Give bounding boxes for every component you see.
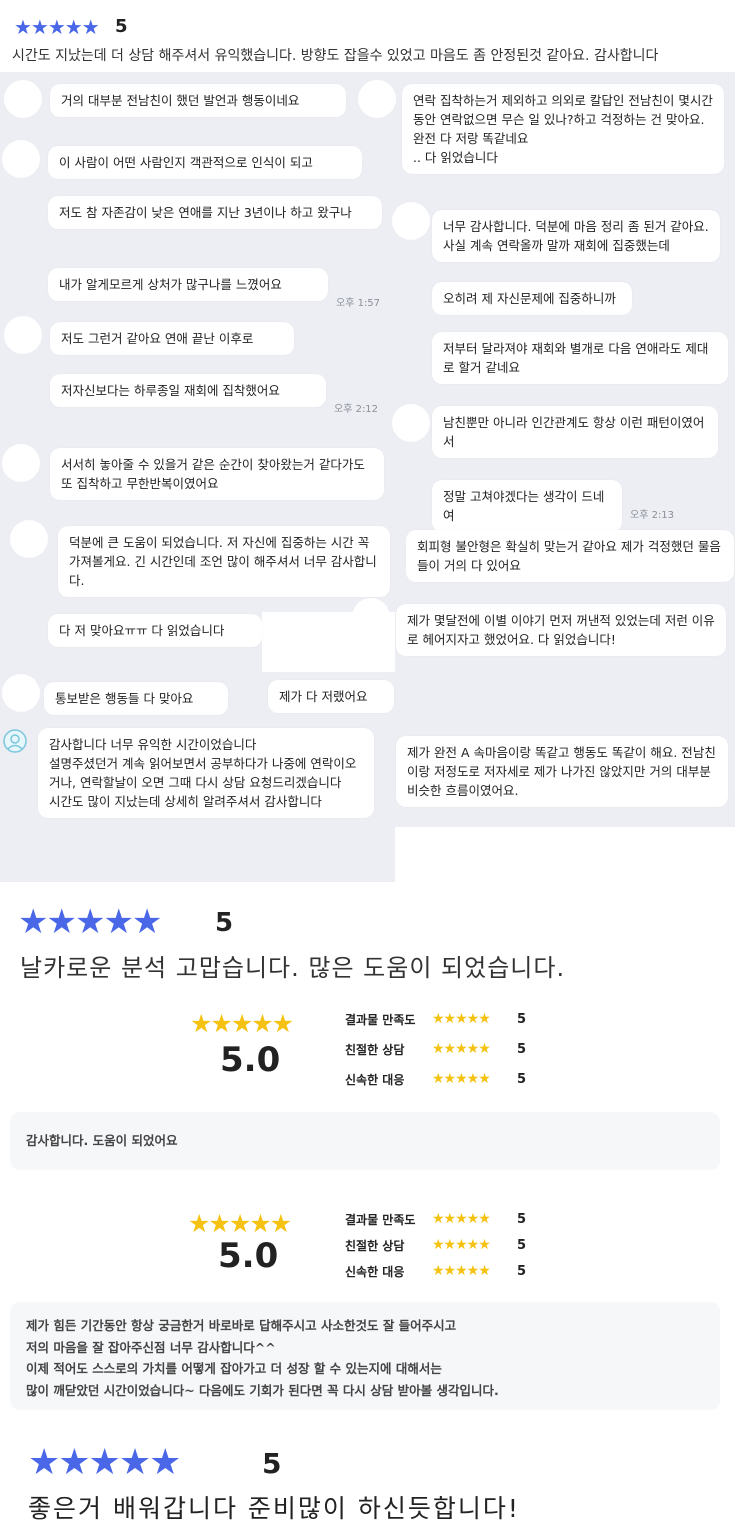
- rating1-row-value: 5: [517, 1012, 527, 1027]
- rating1-stars: ★★★★★: [190, 1009, 294, 1038]
- rating1-row-stars: ★★★★★: [432, 1071, 491, 1087]
- rating2-row-label: 신속한 대응: [345, 1265, 405, 1279]
- chat-message: 저부터 달라져야 재회와 별개로 다음 연애라도 제대로 할거 같네요: [432, 332, 728, 384]
- chat-message: 저도 그런거 같아요 연애 끝난 이후로: [50, 322, 294, 355]
- chat-message: 이 사람이 어떤 사람인지 객관적으로 인식이 되고: [48, 146, 362, 179]
- chat-message: 연락 집착하는거 제외하고 의외로 칼답인 전남친이 몇시간동안 연락없으면 무…: [402, 84, 724, 174]
- rating1-row-label: 신속한 대응: [345, 1073, 405, 1087]
- rating2-row-stars: ★★★★★: [432, 1263, 491, 1279]
- chat-panel-divider: [262, 612, 348, 672]
- chat-message: 거의 대부분 전남친이 했던 발언과 행동이네요: [50, 84, 346, 117]
- rating1-row-label: 결과물 만족도: [345, 1013, 416, 1027]
- avatar: [358, 80, 396, 118]
- rating1-row-value: 5: [517, 1042, 527, 1057]
- chat-message: 제가 다 저랬어요: [268, 680, 394, 713]
- rating1-comment: 감사합니다. 도움이 되었어요: [10, 1112, 720, 1170]
- review2-score: 5: [215, 908, 234, 938]
- chat-message: 제가 완전 A 속마음이랑 똑같고 행동도 똑같이 해요. 전남친이랑 저정도로…: [396, 736, 728, 807]
- avatar: [352, 598, 390, 636]
- comment-line: 이제 적어도 스스로의 가치를 어떻게 잡아가고 더 성장 할 수 있는지에 대…: [26, 1361, 442, 1376]
- review3-star-rating: ★★★★★: [28, 1442, 181, 1483]
- avatar: [4, 80, 42, 118]
- rating2-row-stars: ★★★★★: [432, 1237, 491, 1253]
- rating1-row-label: 친절한 상담: [345, 1043, 405, 1057]
- rating2-row-stars: ★★★★★: [432, 1211, 491, 1227]
- avatar: [392, 404, 430, 442]
- chat-message: 통보받은 행동들 다 맞아요: [44, 682, 228, 715]
- rating2-stars: ★★★★★: [188, 1209, 292, 1238]
- rating2-row-label: 결과물 만족도: [345, 1213, 416, 1227]
- rating2-comment: 제가 힘든 기간동안 항상 궁금한거 바로바로 답해주시고 사소한것도 잘 들어…: [10, 1302, 720, 1410]
- chat-message: 덕분에 큰 도움이 되었습니다. 저 자신에 집중하는 시간 꼭 가져볼게요. …: [58, 526, 390, 597]
- review1-star-rating: ★★★★★: [14, 15, 100, 39]
- avatar: [2, 140, 40, 178]
- chat-message: 저도 참 자존감이 낮은 연애를 지난 3년이나 하고 왔구나: [48, 196, 382, 229]
- review3-text: 좋은거 배워갑니다 준비많이 하신듯합니다!: [28, 1494, 520, 1523]
- chat-message: 서서히 놓아줄 수 있을거 같은 순간이 찾아왔는거 같다가도 또 집착하고 무…: [50, 448, 384, 500]
- chat-message: 감사합니다 너무 유익한 시간이었습니다 설명주셨던거 계속 읽어보면서 공부하…: [38, 728, 374, 818]
- rating1-row-value: 5: [517, 1072, 527, 1087]
- avatar: [392, 202, 430, 240]
- review3-score: 5: [262, 1447, 282, 1480]
- comment-line: 많이 깨닫았던 시간이었습니다~ 다음에도 기회가 된다면 꼭 다시 상담 받아…: [26, 1382, 499, 1398]
- chat-message: 회피형 불안형은 확실히 맞는거 같아요 제가 걱정했던 물음들이 거의 다 있…: [406, 530, 734, 582]
- message-timestamp: 오후 1:57: [336, 298, 381, 309]
- message-timestamp: 오후 2:12: [334, 404, 379, 415]
- rating2-row-value: 5: [517, 1212, 527, 1227]
- rating2-score: 5.0: [218, 1236, 279, 1276]
- review1-score: 5: [115, 16, 128, 37]
- rating2-row-label: 친절한 상담: [345, 1239, 405, 1253]
- rating1-score: 5.0: [220, 1040, 281, 1080]
- rating1-row-stars: ★★★★★: [432, 1011, 491, 1027]
- rating2-row-value: 5: [517, 1238, 527, 1253]
- comment-line: 제가 힘든 기간동안 항상 궁금한거 바로바로 답해주시고 사소한것도 잘 들어…: [26, 1318, 457, 1333]
- chat-message: 다 저 맞아요ㅠㅠ 다 읽었습니다: [48, 614, 262, 647]
- comment-line: 저의 마음을 잘 잡아주신점 너무 감사합니다^^: [26, 1339, 276, 1355]
- counselor-avatar-icon: [2, 728, 28, 754]
- chat-message: 내가 알게모르게 상처가 많구나를 느꼈어요: [48, 268, 328, 301]
- chat-message: 정말 고쳐야겠다는 생각이 드네여: [432, 480, 622, 532]
- review1-text: 시간도 지났는데 더 상담 해주셔서 유익했습니다. 방향도 잡을수 있었고 마…: [12, 48, 659, 64]
- review2-text: 날카로운 분석 고맙습니다. 많은 도움이 되었습니다.: [20, 954, 566, 982]
- avatar: [2, 444, 40, 482]
- rating1-row-stars: ★★★★★: [432, 1041, 491, 1057]
- chat-message: 남친뿐만 아니라 인간관계도 항상 이런 패턴이였어서: [432, 406, 718, 458]
- review2-star-rating: ★★★★★: [18, 902, 162, 942]
- chat-message: 제가 몇달전에 이별 이야기 먼저 꺼낸적 있었는데 저런 이유로 헤어지자고 …: [396, 604, 726, 656]
- chat-message: 너무 감사합니다. 덕분에 마음 정리 좀 된거 같아요. 사실 계속 연락올까…: [432, 210, 720, 262]
- chat-message: 저자신보다는 하루종일 재회에 집착했어요: [50, 374, 326, 407]
- avatar: [10, 520, 48, 558]
- avatar: [2, 674, 40, 712]
- rating2-row-value: 5: [517, 1264, 527, 1279]
- message-timestamp: 오후 2:13: [630, 510, 675, 521]
- avatar: [4, 316, 42, 354]
- chat-message: 오히려 제 자신문제에 집중하니까: [432, 282, 632, 315]
